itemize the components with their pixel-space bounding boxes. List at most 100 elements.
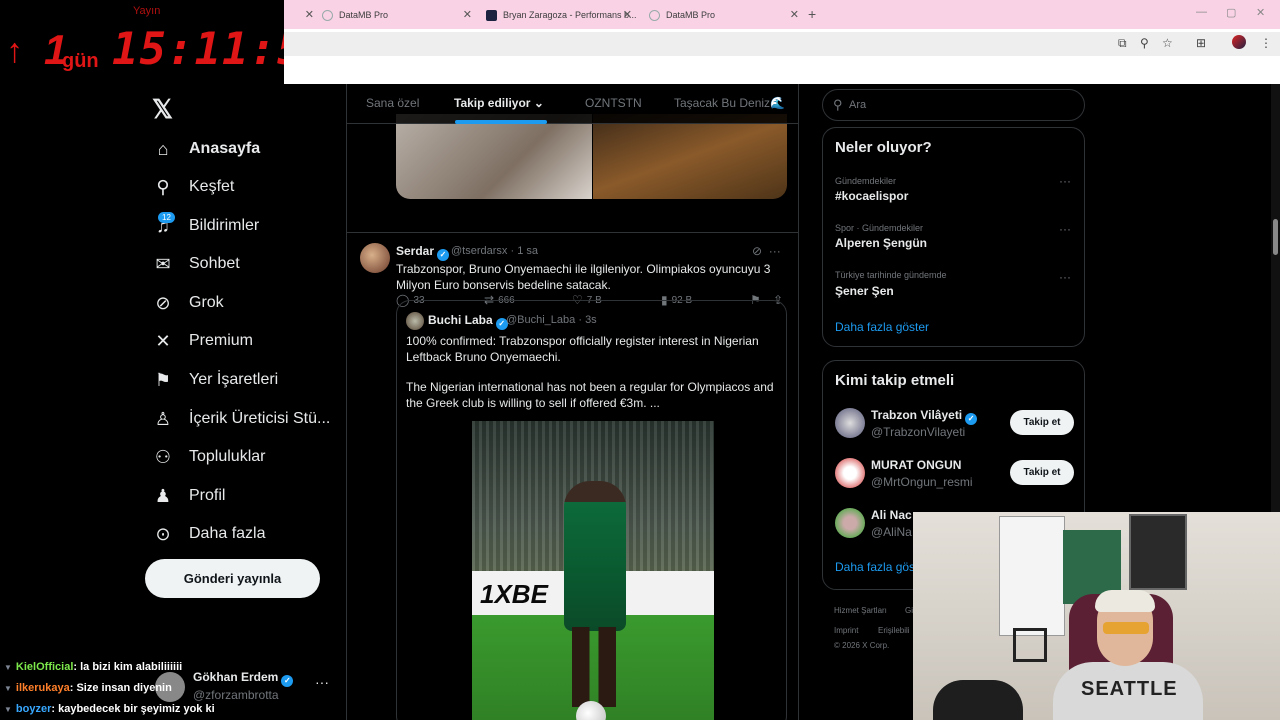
minimize-button[interactable]: — xyxy=(1196,6,1207,18)
verified-icon: ✓ xyxy=(965,413,978,425)
address-bar[interactable] xyxy=(284,32,1280,56)
previous-tweet-media[interactable] xyxy=(396,114,787,199)
close-icon[interactable]: ✕ xyxy=(463,8,472,21)
webcam-tactics-board xyxy=(1129,514,1187,590)
star-icon[interactable]: ☆ xyxy=(1162,36,1173,50)
post-button[interactable]: Gönderi yayınla xyxy=(145,559,320,598)
search-icon: ⚲ xyxy=(156,176,170,197)
nav-profile[interactable]: ♟ Profil xyxy=(152,481,226,511)
more-dots-icon[interactable]: ··· xyxy=(315,674,329,690)
nav-home[interactable]: ⌂ Anasayfa xyxy=(152,134,261,164)
tab-tasacak-bu-deniz[interactable]: Taşacak Bu Deniz🌊 xyxy=(674,96,785,110)
up-arrow-icon: ↑ xyxy=(6,32,23,70)
tweet-author-name[interactable]: Serdar ✓ xyxy=(396,244,450,261)
tweet-handle[interactable]: @tserdarsx xyxy=(451,245,507,257)
x-logo-icon[interactable]: 𝕏 xyxy=(152,94,173,125)
verified-icon: ✓ xyxy=(437,249,450,261)
more-dots-icon[interactable]: ··· xyxy=(1059,174,1071,188)
new-tab-button[interactable]: + xyxy=(808,6,816,22)
tab-title: DataMB Pro xyxy=(339,10,389,20)
player-figure xyxy=(564,481,626,631)
site-icon xyxy=(486,9,497,21)
tab-strip: ✕ DataMB Pro ✕ Bryan Zaragoza - Performa… xyxy=(284,0,1280,29)
shirt-text: SEATTLE xyxy=(1081,678,1178,700)
tab-ozntstn[interactable]: OZNTSTN xyxy=(585,96,642,110)
footer-link[interactable]: Erişilebili xyxy=(878,626,910,635)
more-dots-icon[interactable]: ··· xyxy=(769,244,781,258)
avatar[interactable] xyxy=(360,243,390,273)
nav-communities[interactable]: ⚇ Topluluklar xyxy=(152,442,266,472)
tab-following[interactable]: Takip ediliyor ⌄ xyxy=(454,96,544,110)
show-more-link[interactable]: Daha fazla göster xyxy=(835,320,929,334)
follow-title: Kimi takip etmeli xyxy=(835,372,955,389)
tab-datamb-1[interactable]: DataMB Pro ✕ xyxy=(314,4,478,26)
nav-more[interactable]: ⊙ Daha fazla xyxy=(152,519,266,549)
tab-datamb-2[interactable]: DataMB Pro ✕ xyxy=(641,4,805,26)
trends-title: Neler oluyor? xyxy=(835,139,932,156)
chat-message: : la bizi kim alabiliiiiii xyxy=(73,661,183,673)
close-icon[interactable]: ✕ xyxy=(623,8,632,21)
zoom-icon[interactable]: ⚲ xyxy=(1140,36,1149,50)
nav-premium[interactable]: ✕ Premium xyxy=(152,326,253,356)
search-box[interactable]: ⚲ Ara xyxy=(822,89,1085,121)
maximize-button[interactable]: ▢ xyxy=(1226,6,1236,19)
footer-link[interactable]: Gi xyxy=(905,606,913,615)
footer-link[interactable]: Hizmet Şartları xyxy=(834,606,887,615)
account-handle: @zforzambrotta xyxy=(193,688,279,702)
trend-item[interactable]: #kocaelispor xyxy=(835,189,908,203)
profile-avatar-icon[interactable] xyxy=(1232,35,1246,49)
globe-icon xyxy=(322,9,333,21)
tab-bryan-zaragoza[interactable]: Bryan Zaragoza - Performans b... ✕ xyxy=(478,4,638,26)
tweet-time[interactable]: · 1 sa xyxy=(510,245,538,257)
timeline: Sana özel Takip ediliyor ⌄ OZNTSTN Taşac… xyxy=(346,84,799,720)
nav-label: Yer İşaretleri xyxy=(189,371,279,388)
follow-name[interactable]: MURAT ONGUN xyxy=(871,458,961,472)
install-icon[interactable]: ⧉ xyxy=(1118,36,1127,51)
live-label: Yayın xyxy=(133,5,161,17)
more-dots-icon[interactable]: ··· xyxy=(1059,222,1071,236)
verified-icon: ✓ xyxy=(281,675,294,687)
quote-photo[interactable]: 1XBE xyxy=(472,421,714,720)
avatar[interactable] xyxy=(835,458,865,488)
search-input[interactable]: Ara xyxy=(849,99,866,111)
close-window-button[interactable]: ✕ xyxy=(1256,6,1265,19)
close-icon[interactable]: ✕ xyxy=(305,8,314,21)
trends-card: Neler oluyor? Gündemdekiler #kocaelispor… xyxy=(822,127,1085,347)
show-more-link[interactable]: Daha fazla göst xyxy=(835,560,918,574)
nav-creator-studio[interactable]: ♙ İçerik Üreticisi Stü... xyxy=(152,404,330,434)
nav-label: Sohbet xyxy=(189,255,240,272)
grok-icon[interactable]: ⊘ xyxy=(752,244,762,258)
more-dots-icon[interactable]: ··· xyxy=(1059,270,1071,284)
quoted-tweet[interactable]: Buchi Laba ✓ @Buchi_Laba · 3s 100% confir… xyxy=(396,300,787,720)
trend-category: Gündemdekiler xyxy=(835,176,897,186)
follow-button[interactable]: Takip et xyxy=(1010,460,1074,485)
follow-name[interactable]: Trabzon Vilâyeti ✓ xyxy=(871,408,978,425)
follow-button[interactable]: Takip et xyxy=(1010,410,1074,435)
nav-bookmarks[interactable]: ⚑ Yer İşaretleri xyxy=(152,365,278,395)
nav-grok[interactable]: ⊘ Grok xyxy=(152,288,223,318)
nav-messages[interactable]: ✉ Sohbet xyxy=(152,249,240,279)
avatar[interactable] xyxy=(835,508,865,538)
trend-item[interactable]: Şener Şen xyxy=(835,284,894,298)
avatar xyxy=(406,312,424,330)
avatar[interactable] xyxy=(835,408,865,438)
chat-bullet-icon: ▼ xyxy=(4,684,12,693)
copyright: © 2026 X Corp. xyxy=(834,641,890,650)
media-image xyxy=(396,114,592,199)
nav-explore[interactable]: ⚲ Keşfet xyxy=(152,172,234,202)
active-tab-indicator xyxy=(455,120,547,124)
close-icon[interactable]: ✕ xyxy=(790,8,799,21)
extensions-icon[interactable]: ⊞ xyxy=(1196,36,1206,50)
footer-link[interactable]: Imprint xyxy=(834,626,858,635)
globe-icon xyxy=(649,9,660,21)
tweet-meta: @tserdarsx · 1 sa xyxy=(451,245,538,257)
menu-dots-icon[interactable]: ⋮ xyxy=(1260,36,1272,50)
grok-icon: ⊘ xyxy=(155,292,171,313)
nav-label: Daha fazla xyxy=(189,525,266,542)
nav-label: Topluluklar xyxy=(189,448,266,465)
scrollbar-thumb[interactable] xyxy=(1273,219,1278,255)
tab-for-you[interactable]: Sana özel xyxy=(366,96,419,110)
chat-user: KielOfficial xyxy=(15,661,74,673)
webcam-person-hair xyxy=(1095,590,1155,612)
trend-item[interactable]: Alperen Şengün xyxy=(835,236,927,250)
